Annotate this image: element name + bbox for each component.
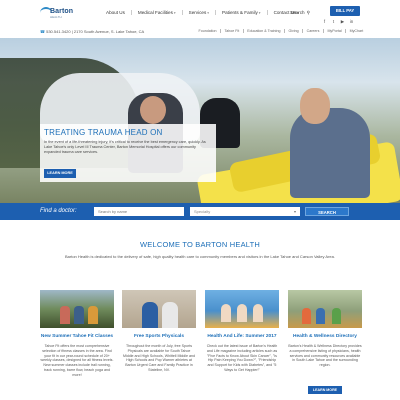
card-image-figure bbox=[253, 304, 263, 322]
social-links: f t ▶ in bbox=[322, 19, 354, 24]
find-doctor-label: Find a doctor: bbox=[40, 208, 77, 214]
quicklink-myportal[interactable]: MyPortal bbox=[324, 29, 347, 33]
card-image-figure bbox=[221, 304, 231, 322]
nav-label: Medical Facilities bbox=[137, 10, 173, 15]
header-search-link[interactable]: Search ⚲ bbox=[290, 10, 310, 16]
card-image-figure bbox=[162, 302, 178, 328]
card-image-figure bbox=[60, 306, 70, 324]
logo-subtext: HEALTH bbox=[50, 15, 62, 19]
quick-links: Foundation Tahoe Fit Education & Trainin… bbox=[195, 29, 367, 33]
quicklink-giving[interactable]: Giving bbox=[285, 29, 304, 33]
facebook-icon[interactable]: f bbox=[322, 19, 327, 24]
feature-cards: New Summer Tahoe Fit Classes Tahoe Fit o… bbox=[40, 290, 362, 400]
quicklink-tahoe-fit[interactable]: Tahoe Fit bbox=[221, 29, 244, 33]
card-image-figure bbox=[332, 308, 341, 324]
nav-services[interactable]: Services▾ bbox=[183, 10, 217, 15]
card-image[interactable] bbox=[288, 290, 362, 328]
nav-label: About Us bbox=[106, 10, 125, 15]
search-icon: ⚲ bbox=[306, 10, 310, 15]
doctor-search-button[interactable]: SEARCH bbox=[305, 207, 349, 216]
quicklink-education[interactable]: Education & Training bbox=[244, 29, 285, 33]
youtube-icon[interactable]: ▶ bbox=[340, 19, 345, 24]
chevron-down-icon: ▾ bbox=[293, 209, 296, 214]
hero-face-image bbox=[140, 96, 166, 124]
main-nav: About Us Medical Facilities▾ Services▾ P… bbox=[100, 10, 305, 15]
chevron-down-icon: ▾ bbox=[258, 11, 261, 15]
card-description: Check out the latest issue of Barton's H… bbox=[206, 344, 278, 372]
twitter-icon[interactable]: t bbox=[331, 19, 336, 24]
doctor-name-input[interactable] bbox=[94, 207, 184, 216]
card-sports-physicals: Free Sports Physicals Throughout the mon… bbox=[122, 290, 196, 373]
welcome-title: WELCOME TO BARTON HEALTH bbox=[140, 240, 260, 249]
card-learn-more-button[interactable]: LEARN MORE bbox=[308, 386, 342, 394]
doctor-search-bar: Find a doctor: Specialty ▾ SEARCH bbox=[0, 203, 400, 220]
nav-label: Services bbox=[188, 10, 207, 15]
card-title[interactable]: Health And Life: Summer 2017 bbox=[205, 334, 279, 339]
card-image-figure bbox=[302, 308, 311, 324]
linkedin-icon[interactable]: in bbox=[349, 19, 354, 24]
card-tahoe-fit: New Summer Tahoe Fit Classes Tahoe Fit o… bbox=[40, 290, 114, 378]
barton-logo[interactable]: Barton HEALTH bbox=[40, 5, 76, 21]
specialty-placeholder: Specialty bbox=[194, 209, 211, 214]
quicklink-foundation[interactable]: Foundation bbox=[195, 29, 221, 33]
card-wellness-directory: Health & Wellness Directory Barton's Hea… bbox=[288, 290, 362, 394]
card-description: Barton's Health & Wellness Directory pro… bbox=[288, 344, 362, 368]
hero-text: In the event of a life-threatening injur… bbox=[44, 140, 206, 154]
search-label: Search bbox=[290, 10, 305, 15]
card-health-and-life: Health And Life: Summer 2017 Check out t… bbox=[205, 290, 279, 373]
card-title[interactable]: Health & Wellness Directory bbox=[288, 334, 362, 339]
chevron-down-icon: ▾ bbox=[173, 11, 176, 15]
hero-callout: TREATING TRAUMA HEAD ON In the event of … bbox=[40, 124, 216, 182]
card-image-figure bbox=[316, 308, 325, 324]
card-title[interactable]: Free Sports Physicals bbox=[122, 334, 196, 339]
card-image[interactable] bbox=[122, 290, 196, 328]
card-description: Throughout the month of July, free Sport… bbox=[122, 344, 196, 372]
card-image-figure bbox=[237, 304, 247, 322]
contact-info: ☎ 530.541.3420 | 2170 South Avenue, S. L… bbox=[40, 29, 144, 34]
specialty-select[interactable]: Specialty ▾ bbox=[190, 207, 300, 216]
quicklink-mychart[interactable]: MyChart bbox=[346, 29, 367, 33]
logo-text: Barton bbox=[50, 8, 74, 15]
card-image[interactable] bbox=[40, 290, 114, 328]
card-image-figure bbox=[74, 306, 84, 324]
hero-title: TREATING TRAUMA HEAD ON bbox=[44, 128, 163, 137]
card-image-figure bbox=[142, 302, 158, 328]
card-description: Tahoe Fit offers the most comprehensive … bbox=[40, 344, 114, 377]
quicklink-careers[interactable]: Careers bbox=[303, 29, 324, 33]
hero-learn-more-button[interactable]: LEARN MORE bbox=[44, 169, 76, 178]
hero-paramedic-image bbox=[290, 108, 370, 198]
nav-patients-family[interactable]: Patients & Family▾ bbox=[216, 10, 268, 15]
card-title[interactable]: New Summer Tahoe Fit Classes bbox=[40, 334, 114, 339]
card-image-figure bbox=[88, 306, 98, 324]
bill-pay-button[interactable]: BILL PAY bbox=[330, 6, 360, 16]
nav-label: Patients & Family bbox=[222, 10, 258, 15]
chevron-down-icon: ▾ bbox=[207, 11, 210, 15]
contact-text: 530.541.3420 | 2170 South Avenue, S. Lak… bbox=[46, 29, 145, 34]
hero-face-image bbox=[300, 88, 330, 124]
nav-about-us[interactable]: About Us bbox=[100, 10, 132, 15]
nav-medical-facilities[interactable]: Medical Facilities▾ bbox=[132, 10, 183, 15]
card-image[interactable] bbox=[205, 290, 279, 328]
welcome-text: Barton Health is dedicated to the delive… bbox=[64, 254, 335, 259]
phone-icon: ☎ bbox=[40, 29, 45, 34]
